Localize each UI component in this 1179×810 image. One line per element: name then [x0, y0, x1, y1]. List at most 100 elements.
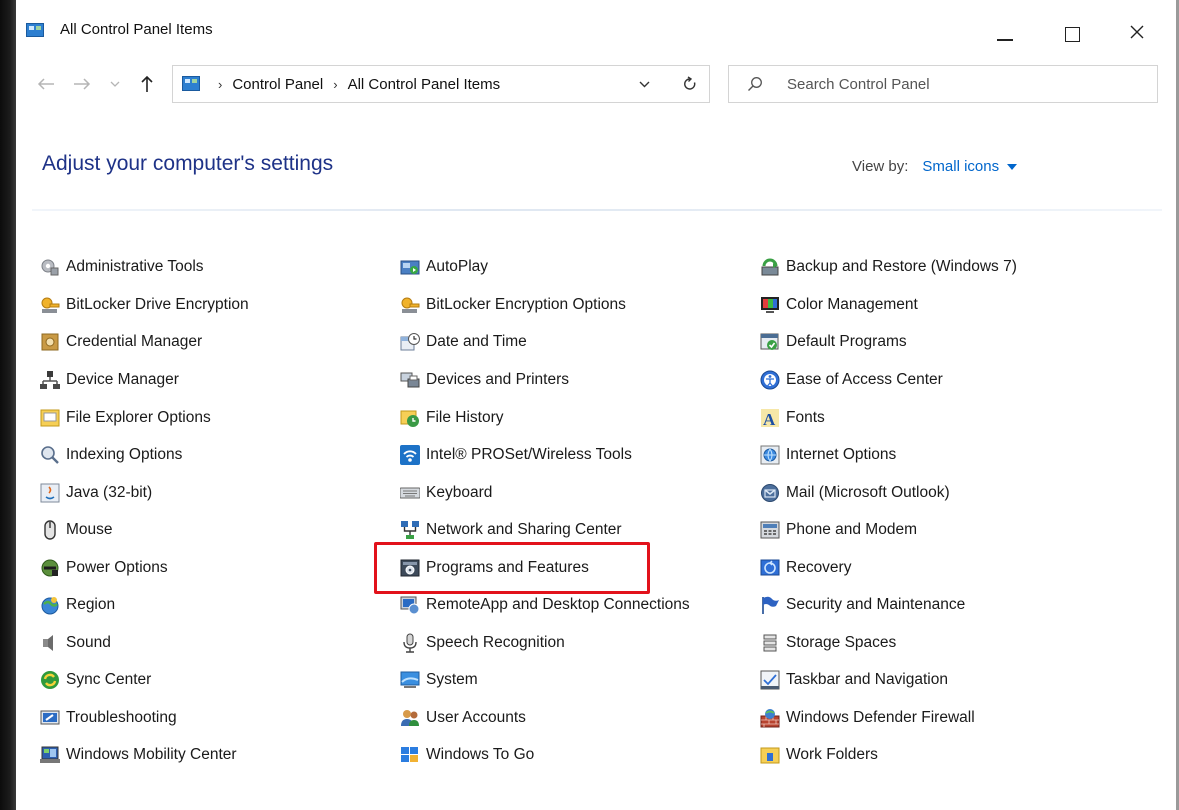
- item-troubleshooting[interactable]: Troubleshooting: [40, 705, 177, 731]
- item-mail-microsoft-outlook[interactable]: Mail (Microsoft Outlook): [760, 480, 950, 506]
- item-label: File Explorer Options: [66, 409, 211, 426]
- item-label: Java (32-bit): [66, 484, 153, 501]
- system-icon: [400, 670, 420, 690]
- bitlocker-icon: [40, 295, 60, 315]
- item-backup-and-restore[interactable]: Backup and Restore (Windows 7): [760, 254, 1017, 280]
- item-sound[interactable]: Sound: [40, 630, 111, 656]
- item-devices-and-printers[interactable]: Devices and Printers: [400, 367, 569, 393]
- item-power-options[interactable]: Power Options: [40, 555, 168, 581]
- search-input[interactable]: [787, 74, 1147, 94]
- item-label: Windows Defender Firewall: [786, 709, 975, 726]
- close-icon: [1130, 25, 1144, 39]
- item-color-management[interactable]: Color Management: [760, 292, 918, 318]
- item-label: User Accounts: [426, 709, 526, 726]
- header-divider: [32, 209, 1162, 211]
- back-button[interactable]: [34, 62, 58, 106]
- power-options-icon: [40, 558, 60, 578]
- search-box[interactable]: [728, 65, 1158, 103]
- java-icon: [40, 483, 60, 503]
- item-label: Mouse: [66, 521, 113, 538]
- item-sync-center[interactable]: Sync Center: [40, 667, 151, 693]
- search-icon: [748, 77, 762, 91]
- item-default-programs[interactable]: Default Programs: [760, 329, 907, 355]
- item-system[interactable]: System: [400, 667, 478, 693]
- item-label: Storage Spaces: [786, 634, 897, 651]
- item-date-and-time[interactable]: Date and Time: [400, 329, 527, 355]
- item-keyboard[interactable]: Keyboard: [399, 480, 492, 506]
- address-dropdown-button[interactable]: [629, 66, 659, 102]
- item-label: Default Programs: [786, 333, 907, 350]
- item-label: Backup and Restore (Windows 7): [786, 258, 1017, 275]
- breadcrumb-separator-icon[interactable]: ›: [333, 77, 337, 92]
- item-label: Security and Maintenance: [786, 596, 966, 613]
- item-label: Indexing Options: [66, 446, 183, 463]
- refresh-button[interactable]: [675, 66, 705, 102]
- item-windows-defender-firewall[interactable]: Windows Defender Firewall: [760, 705, 975, 731]
- item-label: Windows Mobility Center: [66, 746, 237, 763]
- recent-locations-button[interactable]: [108, 62, 122, 106]
- file-explorer-options-icon: [40, 408, 60, 428]
- indexing-options-icon: [40, 445, 60, 465]
- item-user-accounts[interactable]: User Accounts: [400, 705, 526, 731]
- item-label: Network and Sharing Center: [426, 521, 622, 538]
- item-mouse[interactable]: Mouse: [40, 517, 113, 543]
- item-ease-of-access-center[interactable]: Ease of Access Center: [760, 367, 943, 393]
- item-indexing-options[interactable]: Indexing Options: [40, 442, 182, 468]
- user-accounts-icon: [400, 708, 420, 728]
- item-storage-spaces[interactable]: Storage Spaces: [760, 630, 896, 656]
- item-label: Work Folders: [786, 746, 878, 763]
- item-label: Device Manager: [66, 371, 179, 388]
- item-credential-manager[interactable]: Credential Manager: [40, 329, 202, 355]
- breadcrumb-separator-icon[interactable]: ›: [218, 77, 222, 92]
- item-file-history[interactable]: File History: [400, 405, 504, 431]
- address-bar[interactable]: › Control Panel › All Control Panel Item…: [172, 65, 710, 103]
- caret-down-icon[interactable]: [1007, 163, 1018, 170]
- fonts-icon: A: [760, 408, 780, 429]
- control-panel-icon: [182, 76, 200, 91]
- item-administrative-tools[interactable]: Administrative Tools: [40, 254, 204, 280]
- default-programs-icon: [760, 332, 780, 352]
- item-phone-and-modem[interactable]: Phone and Modem: [760, 517, 917, 543]
- item-bitlocker-encryption-options[interactable]: BitLocker Encryption Options: [400, 292, 626, 318]
- item-fonts[interactable]: A Fonts: [760, 405, 825, 431]
- credential-manager-icon: [40, 332, 60, 352]
- sync-center-icon: [40, 670, 60, 690]
- item-windows-mobility-center[interactable]: Windows Mobility Center: [40, 742, 237, 768]
- item-label: Fonts: [786, 409, 825, 426]
- page-title: Adjust your computer's settings: [42, 152, 334, 175]
- minimize-button[interactable]: [982, 10, 1028, 50]
- item-autoplay[interactable]: AutoPlay: [400, 254, 488, 280]
- item-label: Mail (Microsoft Outlook): [786, 484, 950, 501]
- item-internet-options[interactable]: Internet Options: [760, 442, 896, 468]
- item-recovery[interactable]: Recovery: [760, 555, 851, 581]
- view-by-dropdown[interactable]: Small icons: [922, 158, 999, 175]
- bitlocker-options-icon: [400, 295, 420, 315]
- item-java[interactable]: Java (32-bit): [40, 480, 152, 506]
- breadcrumb-control-panel[interactable]: Control Panel: [232, 76, 323, 93]
- item-label: AutoPlay: [426, 258, 489, 275]
- item-intel-proset-wireless[interactable]: Intel® PROSet/Wireless Tools: [400, 442, 632, 468]
- control-panel-icon: [26, 23, 44, 37]
- item-windows-to-go[interactable]: Windows To Go: [400, 742, 534, 768]
- item-remoteapp-desktop-connections[interactable]: RemoteApp and Desktop Connections: [400, 592, 690, 618]
- close-button[interactable]: [1114, 10, 1160, 50]
- item-region[interactable]: Region: [40, 592, 115, 618]
- breadcrumb-all-items[interactable]: All Control Panel Items: [348, 76, 501, 93]
- item-speech-recognition[interactable]: Speech Recognition: [400, 630, 565, 656]
- view-by-control: View by: Small icons: [852, 158, 1018, 175]
- item-security-and-maintenance[interactable]: Security and Maintenance: [760, 592, 965, 618]
- item-label: Devices and Printers: [426, 371, 570, 388]
- device-manager-icon: [40, 370, 60, 390]
- item-file-explorer-options[interactable]: File Explorer Options: [40, 405, 211, 431]
- up-button[interactable]: [136, 62, 158, 106]
- maximize-button[interactable]: [1050, 10, 1096, 50]
- item-work-folders[interactable]: Work Folders: [760, 742, 878, 768]
- item-label: Power Options: [66, 559, 168, 576]
- back-arrow-icon: [37, 78, 54, 90]
- item-taskbar-and-navigation[interactable]: Taskbar and Navigation: [760, 667, 948, 693]
- item-label: Region: [66, 596, 116, 613]
- item-device-manager[interactable]: Device Manager: [40, 367, 179, 393]
- item-bitlocker-drive-encryption[interactable]: BitLocker Drive Encryption: [40, 292, 249, 318]
- forward-button[interactable]: [70, 62, 94, 106]
- item-network-and-sharing-center[interactable]: Network and Sharing Center: [400, 517, 622, 543]
